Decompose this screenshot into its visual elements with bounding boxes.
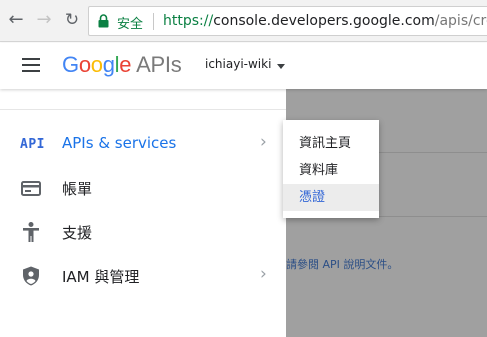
- google-wordmark: Google: [62, 52, 132, 77]
- nav-item-label: 帳單: [62, 180, 93, 198]
- iam-shield-icon: [23, 266, 39, 286]
- browser-toolbar: ← → ↻ 安全 https://console.developers.goog…: [0, 0, 487, 42]
- apis-wordmark: APIs: [136, 52, 182, 77]
- nav-item-billing[interactable]: 帳單: [0, 166, 286, 210]
- arrow-forward-icon[interactable]: →: [34, 10, 54, 30]
- nav-item-label: 支援: [62, 224, 93, 242]
- url-path: /apis/cred: [434, 13, 487, 29]
- hamburger-menu-icon[interactable]: [22, 58, 40, 72]
- apis-services-submenu: 資訊主頁 資料庫 憑證: [283, 120, 379, 218]
- submenu-item-credentials[interactable]: 憑證: [283, 184, 379, 211]
- api-icon: API: [20, 137, 45, 152]
- caret-down-icon[interactable]: [277, 64, 285, 69]
- api-docs-link[interactable]: 請參閱 API 說明文件。: [286, 256, 398, 272]
- arrow-back-icon[interactable]: ←: [6, 10, 26, 30]
- security-label: 安全: [117, 17, 144, 32]
- support-person-icon: [23, 222, 39, 242]
- nav-item-label: IAM 與管理: [62, 268, 140, 286]
- url-text[interactable]: https://console.developers.google.com/ap…: [163, 13, 487, 29]
- nav-item-iam-admin[interactable]: IAM 與管理 ›: [0, 254, 286, 298]
- navigation-drawer: API APIs & services › 帳單 支援 IAM 與管理 ›: [0, 89, 286, 337]
- project-selector[interactable]: ichiayi-wiki: [205, 57, 271, 71]
- omnibox-divider: [153, 13, 154, 30]
- chevron-right-icon: ›: [260, 264, 267, 284]
- submenu-item-dashboard[interactable]: 資訊主頁: [283, 130, 379, 157]
- chevron-right-icon: ›: [260, 132, 267, 152]
- reload-icon[interactable]: ↻: [62, 10, 82, 30]
- url-scheme: https://: [163, 13, 214, 29]
- google-apis-logo[interactable]: Google APIs: [62, 52, 182, 78]
- nav-item-label: APIs & services: [62, 134, 177, 152]
- submenu-item-library[interactable]: 資料庫: [283, 157, 379, 184]
- nav-item-support[interactable]: 支援: [0, 210, 286, 254]
- billing-card-icon: [21, 181, 41, 196]
- nav-item-apis-services[interactable]: API APIs & services ›: [0, 122, 286, 166]
- lock-icon: [98, 14, 109, 28]
- app-header: Google APIs ichiayi-wiki: [0, 43, 487, 89]
- drawer-divider: [0, 109, 286, 110]
- url-host: console.developers.google.com: [213, 13, 435, 29]
- address-bar[interactable]: 安全 https://console.developers.google.com…: [88, 6, 487, 36]
